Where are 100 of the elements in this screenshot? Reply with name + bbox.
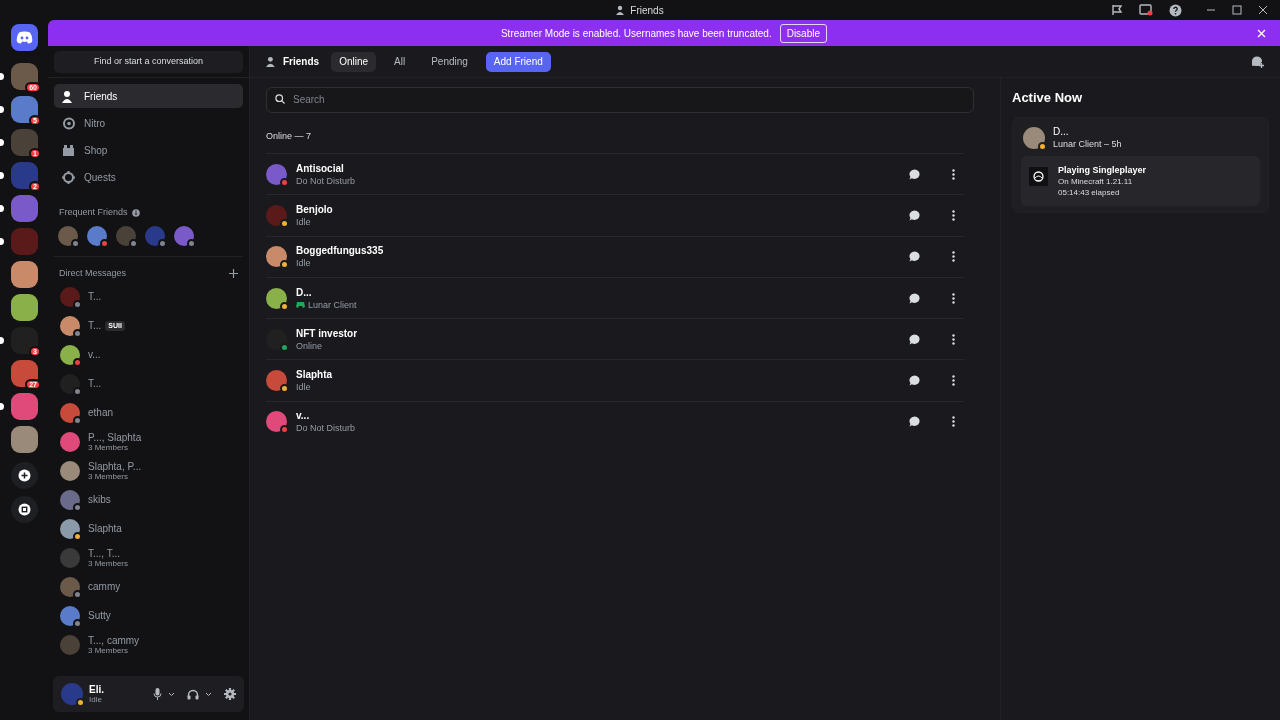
server-icon[interactable] <box>10 294 38 321</box>
dm-name: ethan <box>88 407 114 418</box>
caret-icon[interactable] <box>168 691 175 697</box>
avatar <box>266 246 287 268</box>
tab[interactable]: Online <box>331 51 377 72</box>
maximize-icon[interactable] <box>1232 5 1242 15</box>
friend-name: D... <box>1053 125 1070 138</box>
avatar <box>60 373 80 394</box>
conversation-search-button[interactable]: Find or start a conversation <box>54 50 243 73</box>
dm-item[interactable]: T... <box>56 371 241 396</box>
vertical-dots-icon <box>951 375 955 387</box>
friends-icon <box>266 56 277 67</box>
server-icon[interactable] <box>10 261 38 288</box>
chat-bubble-icon <box>908 292 920 304</box>
nav-item[interactable]: Friends <box>54 84 243 108</box>
add-friend-button[interactable]: Add Friend <box>485 51 551 72</box>
elapsed-time: 05:14:43 elapsed <box>1058 186 1121 198</box>
friend-row[interactable]: D... Lunar Client <box>266 276 964 319</box>
tab[interactable]: All <box>386 51 414 72</box>
friend-row[interactable]: Boggedfungus335 Idle <box>266 235 964 277</box>
friend-status: Do Not Disturb <box>296 422 356 435</box>
plus-icon[interactable] <box>229 268 238 278</box>
avatar <box>266 328 287 350</box>
headphones-icon[interactable] <box>187 688 199 700</box>
avatar <box>266 370 287 392</box>
search-icon <box>275 94 285 104</box>
avatar <box>145 225 165 246</box>
avatar <box>60 518 80 539</box>
dm-item[interactable]: Sutty <box>56 603 241 628</box>
shop-icon <box>62 143 75 157</box>
chat-bubble-icon <box>908 375 920 387</box>
discover-button[interactable] <box>10 496 38 523</box>
disable-button[interactable]: Disable <box>779 23 828 43</box>
server-icon[interactable] <box>10 426 38 453</box>
friend-row[interactable]: Antisocial Do Not Disturb <box>266 153 964 195</box>
avatar <box>60 286 80 307</box>
caret-icon[interactable] <box>205 691 212 697</box>
friends-icon <box>62 89 75 103</box>
server-icon[interactable] <box>10 63 38 90</box>
friend-status: Do Not Disturb <box>296 174 356 187</box>
friend-status: Idle <box>296 215 311 228</box>
dm-name: v... <box>88 349 101 360</box>
dm-item[interactable]: T... <box>56 284 241 309</box>
friend-name: v... <box>296 409 311 423</box>
friend-row[interactable]: Slaphta Idle <box>266 359 964 401</box>
dm-name: Slaphta, P... <box>88 460 142 472</box>
activity-card[interactable]: D... Lunar Client – 5h Playing Singleplayer On Minecraft 1.21.11 05:14:43 elapsed <box>1012 116 1269 213</box>
friend-row[interactable]: Benjolo Idle <box>266 194 964 236</box>
avatar <box>266 204 287 226</box>
dm-item[interactable]: P..., Slaphta 3 Members <box>56 429 241 454</box>
friend-name: D... <box>296 285 313 299</box>
chat-bubble-icon <box>908 333 920 345</box>
vertical-dots-icon <box>951 292 955 304</box>
nav-item[interactable]: Quests <box>54 165 243 189</box>
dm-name: cammy <box>88 581 121 592</box>
dm-item[interactable]: cammy <box>56 574 241 599</box>
dm-item[interactable]: Slaphta, P... 3 Members <box>56 458 241 483</box>
info-icon[interactable] <box>131 208 140 217</box>
server-icon[interactable] <box>10 162 38 189</box>
avatar <box>60 576 80 597</box>
dm-item[interactable]: v... <box>56 342 241 367</box>
game-logo-icon <box>1029 166 1048 186</box>
dm-item[interactable]: T..., T... 3 Members <box>56 545 241 570</box>
vertical-dots-icon <box>951 333 955 345</box>
help-icon[interactable] <box>1169 3 1182 17</box>
avatar <box>266 163 287 185</box>
dm-item[interactable]: skibs <box>56 487 241 512</box>
screen-record-icon[interactable] <box>1139 4 1153 16</box>
friend-status: Idle <box>296 381 311 394</box>
dm-item[interactable]: ethan <box>56 400 241 425</box>
friend-name: NFT investor <box>296 326 359 340</box>
server-icon[interactable] <box>10 129 38 156</box>
member-count: 3 Members <box>88 471 129 481</box>
add-server-button[interactable] <box>10 462 38 489</box>
friend-row[interactable]: v... Do Not Disturb <box>266 400 964 443</box>
avatar <box>60 547 80 568</box>
close-icon[interactable] <box>1258 5 1268 15</box>
server-icon[interactable] <box>10 327 38 354</box>
dm-name: T..., T... <box>88 547 121 559</box>
dm-item[interactable]: Slaphta <box>56 516 241 541</box>
server-icon[interactable] <box>10 360 38 387</box>
nav-item[interactable]: Shop <box>54 138 243 162</box>
server-icon[interactable] <box>10 96 38 123</box>
avatar <box>60 489 80 510</box>
tab[interactable]: Pending <box>423 51 476 72</box>
settings-icon[interactable] <box>224 688 236 700</box>
inbox-flag-icon[interactable] <box>1111 4 1123 16</box>
dm-item[interactable]: T..., cammy 3 Members <box>56 632 241 657</box>
vertical-dots-icon <box>951 209 955 221</box>
plus-icon <box>17 469 31 482</box>
friend-row[interactable]: NFT investor Online <box>266 318 964 360</box>
member-count: 3 Members <box>88 558 128 568</box>
discord-home-button[interactable] <box>10 24 38 51</box>
microphone-icon[interactable] <box>153 688 162 700</box>
dm-name: T... <box>88 378 102 389</box>
new-group-dm-icon[interactable] <box>1251 55 1264 68</box>
search-field[interactable]: Search <box>266 86 974 113</box>
section-title: Active Now <box>1012 89 1084 107</box>
nav-item[interactable]: Nitro <box>54 111 243 135</box>
compass-icon <box>17 503 31 516</box>
